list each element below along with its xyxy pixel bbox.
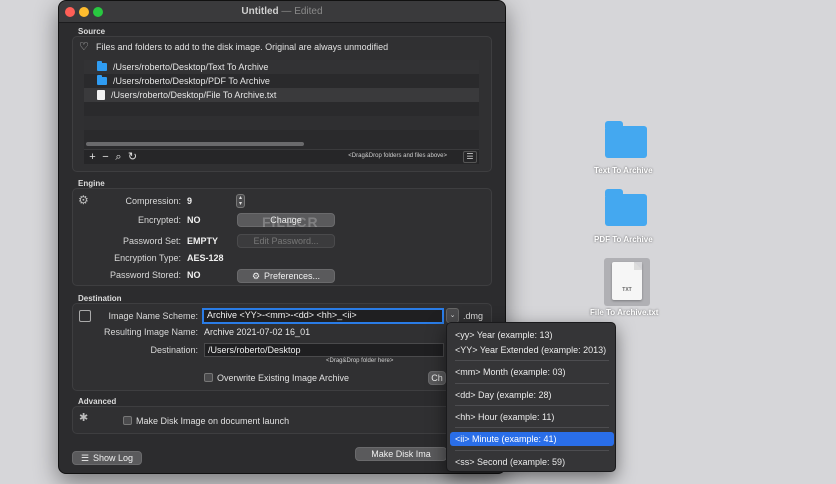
- drag-drop-hint: <Drag&Drop folders and files above>: [348, 153, 447, 159]
- list-item[interactable]: /Users/roberto/Desktop/PDF To Archive: [84, 74, 479, 88]
- menu-item-month[interactable]: <mm> Month (example: 03): [450, 365, 614, 379]
- encryption-type-value: AES-128: [187, 253, 224, 263]
- make-disk-image-button[interactable]: Make Disk Ima: [355, 447, 447, 461]
- menu-item-day[interactable]: <dd> Day (example: 28): [450, 388, 614, 402]
- list-item[interactable]: /Users/roberto/Desktop/Text To Archive: [84, 60, 479, 74]
- source-section-label: Source: [78, 27, 106, 36]
- resulting-name-value: Archive 2021-07-02 16_01: [204, 327, 311, 337]
- title-separator: —: [281, 6, 292, 17]
- file-path: /Users/roberto/Desktop/File To Archive.t…: [111, 90, 277, 100]
- overwrite-checkbox[interactable]: [204, 373, 213, 382]
- menu-item-minute[interactable]: <ii> Minute (example: 41): [450, 432, 614, 446]
- menu-separator: [455, 427, 609, 428]
- remove-item-button[interactable]: −: [99, 151, 112, 164]
- heart-icon: ♡: [79, 41, 89, 53]
- password-set-label: Password Set:: [122, 236, 181, 246]
- refresh-icon[interactable]: ↻: [126, 151, 139, 164]
- source-file-list[interactable]: /Users/roberto/Desktop/Text To Archive /…: [84, 60, 479, 150]
- menu-item-year-extended[interactable]: <YY> Year Extended (example: 2013): [450, 343, 614, 357]
- scheme-token-menu: <yy> Year (example: 13) <YY> Year Extend…: [446, 322, 616, 472]
- menu-item-year[interactable]: <yy> Year (example: 13): [450, 328, 614, 342]
- desktop-item-file-to-archive[interactable]: TXT File To Archive.txt: [586, 256, 668, 320]
- list-options-icon[interactable]: ☰: [463, 151, 477, 163]
- folder-icon: [97, 61, 107, 71]
- watermark-logo: FILECR: [262, 214, 319, 230]
- destination-drop-hint: <Drag&Drop folder here>: [326, 358, 394, 364]
- add-item-button[interactable]: +: [86, 151, 99, 164]
- desktop-item-label: PDF To Archive: [594, 235, 653, 244]
- gear-icon: ⚙: [251, 271, 261, 281]
- menu-item-hour[interactable]: <hh> Hour (example: 11): [450, 410, 614, 424]
- launch-label: Make Disk Image on document launch: [136, 416, 290, 426]
- extension-label: .dmg: [463, 311, 484, 321]
- encryption-type-label: Encryption Type:: [114, 253, 181, 263]
- page-fold: [634, 262, 642, 270]
- file-path: /Users/roberto/Desktop/PDF To Archive: [113, 76, 270, 86]
- compression-stepper[interactable]: ▴ ▾: [236, 194, 245, 208]
- destination-path-field[interactable]: /Users/roberto/Desktop: [204, 343, 444, 357]
- desktop-item-text-to-archive[interactable]: Text To Archive: [590, 118, 660, 178]
- scheme-label: Image Name Scheme:: [108, 311, 198, 321]
- resulting-name-label: Resulting Image Name:: [103, 327, 198, 337]
- text-file-icon: [97, 90, 105, 100]
- menu-item-second[interactable]: <ss> Second (example: 59): [450, 455, 614, 469]
- show-log-label: Show Log: [93, 453, 134, 463]
- wrench-icon: ✱: [79, 412, 89, 424]
- window-title: Untitled — Edited: [59, 6, 505, 17]
- text-file-icon: TXT: [612, 262, 642, 300]
- menu-separator: [455, 450, 609, 451]
- gear-icon: ⚙: [78, 193, 89, 207]
- overwrite-label: Overwrite Existing Image Archive: [217, 373, 350, 383]
- source-description: Files and folders to add to the disk ima…: [96, 42, 389, 52]
- menu-separator: [455, 383, 609, 384]
- menu-separator: [455, 405, 609, 406]
- image-name-scheme-input[interactable]: Archive <YY>-<mm>-<dd> <hh>_<ii>: [202, 308, 444, 324]
- compression-value: 9: [187, 196, 193, 206]
- empty-row: [84, 116, 479, 130]
- password-stored-label: Password Stored:: [109, 270, 181, 280]
- disk-image-icon: [79, 310, 91, 322]
- folder-icon: [605, 121, 647, 158]
- document-title: Untitled: [241, 6, 279, 17]
- desktop-item-label: Text To Archive: [594, 166, 653, 175]
- launch-checkbox[interactable]: [123, 416, 132, 425]
- choose-destination-button[interactable]: Ch: [428, 371, 446, 385]
- desktop-item-label: File To Archive.txt: [590, 308, 659, 317]
- search-icon[interactable]: ⌕: [112, 151, 125, 164]
- destination-section-label: Destination: [78, 294, 122, 303]
- file-type-badge: TXT: [622, 287, 632, 293]
- show-log-button[interactable]: ☰ Show Log: [72, 451, 142, 465]
- folder-icon: [97, 75, 107, 85]
- scheme-dropdown-button[interactable]: ⌄: [446, 308, 459, 323]
- edit-password-button[interactable]: Edit Password...: [237, 234, 335, 248]
- destination-label: Destination:: [150, 345, 198, 355]
- source-list-toolbar: + − ⌕ ↻ <Drag&Drop folders and files abo…: [84, 149, 479, 164]
- desktop-item-pdf-to-archive[interactable]: PDF To Archive: [590, 186, 660, 246]
- edited-status: Edited: [294, 6, 323, 17]
- list-icon: ☰: [80, 453, 90, 463]
- list-item[interactable]: /Users/roberto/Desktop/File To Archive.t…: [84, 88, 479, 102]
- preferences-label: Preferences...: [264, 271, 321, 281]
- folder-icon: [605, 189, 647, 226]
- advanced-section-label: Advanced: [78, 397, 117, 406]
- menu-separator: [455, 360, 609, 361]
- encrypted-value: NO: [187, 215, 201, 225]
- file-path: /Users/roberto/Desktop/Text To Archive: [113, 62, 269, 72]
- horizontal-scrollbar[interactable]: [86, 142, 304, 146]
- encrypted-label: Encrypted:: [137, 215, 181, 225]
- password-stored-value: NO: [187, 270, 201, 280]
- password-set-value: EMPTY: [187, 236, 219, 246]
- engine-section-label: Engine: [78, 179, 105, 188]
- title-bar[interactable]: Untitled — Edited: [59, 1, 505, 23]
- compression-label: Compression:: [125, 196, 181, 206]
- preferences-button[interactable]: ⚙ Preferences...: [237, 269, 335, 283]
